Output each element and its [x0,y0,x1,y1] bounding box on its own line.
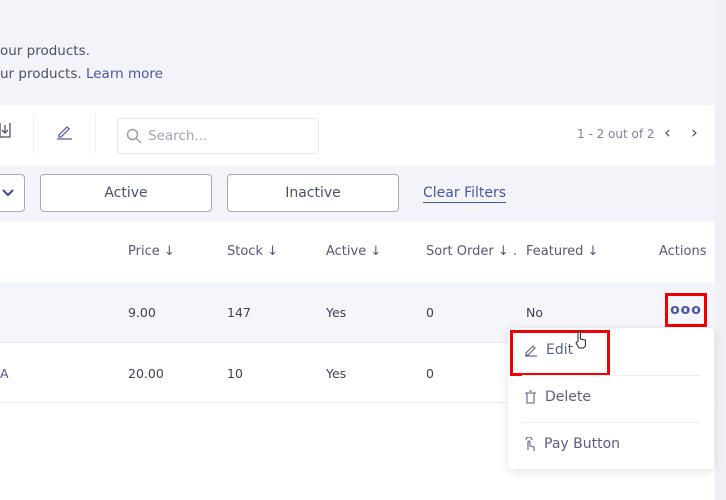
cell-active: Yes [326,305,347,320]
menu-divider [522,422,700,423]
cell-stock: 10 [227,366,243,381]
chevron-down-icon [1,189,14,197]
trash-icon [525,390,536,404]
menu-item-delete[interactable]: Delete [524,389,591,405]
cell-featured: No [526,305,543,320]
prev-page-button[interactable]: ‹ [664,123,671,143]
column-header-sort-order[interactable]: Sort Order ↓ . [426,244,517,259]
filter-inactive-button[interactable]: Inactive [227,174,399,212]
column-header-price[interactable]: Price ↓ [128,244,175,259]
cell-active: Yes [326,366,347,381]
search-field[interactable] [117,118,319,154]
description-line-2: ur products. [0,66,82,82]
page-description: our products. ur products. Learn more [0,40,163,86]
column-header-featured[interactable]: Featured ↓ [526,244,598,259]
column-header-actions: Actions [659,244,707,259]
column-header-stock[interactable]: Stock ↓ [227,244,278,259]
cell-stock: 147 [227,305,251,320]
filter-active-button[interactable]: Active [40,174,212,212]
hand-cursor-icon [574,331,588,353]
next-page-button[interactable]: › [691,123,698,143]
cell-price: 9.00 [128,305,156,320]
column-header-active[interactable]: Active ↓ [326,244,381,259]
menu-item-label: Delete [545,389,591,405]
tap-icon [525,436,535,451]
menu-item-pay-button[interactable]: Pay Button [524,436,620,452]
cell-sort-order: 0 [426,366,434,381]
highlight-box [510,330,610,376]
edit-icon[interactable] [56,124,73,144]
cell-name-link[interactable]: A [0,366,9,381]
search-icon [126,128,142,144]
page-edge [715,0,726,500]
pagination-info: 1 - 2 out of 2 [577,127,655,141]
clear-filters-link[interactable]: Clear Filters [423,184,507,203]
learn-more-link[interactable]: Learn more [86,66,163,82]
filter-dropdown[interactable] [0,174,25,212]
import-icon[interactable] [0,122,12,142]
description-line-1: our products. [0,43,90,59]
menu-item-label: Pay Button [544,436,621,452]
search-input[interactable] [148,128,308,144]
row-actions-button[interactable]: ooo [665,293,707,327]
toolbar-divider [33,113,34,153]
cell-price: 20.00 [128,366,164,381]
menu-divider [522,375,700,376]
toolbar-divider [95,113,96,153]
cell-sort-order: 0 [426,305,434,320]
